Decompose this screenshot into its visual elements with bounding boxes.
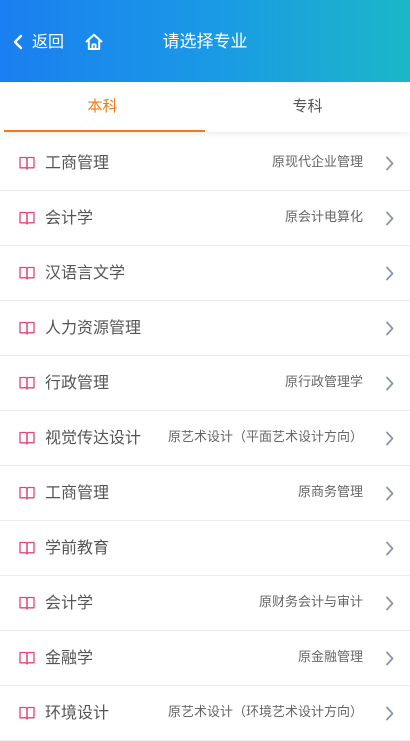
degree-tabs: 本科 专科 xyxy=(0,82,410,132)
major-name: 视觉传达设计 xyxy=(45,428,142,447)
list-item[interactable]: 人力资源管理 xyxy=(0,301,410,356)
list-item[interactable]: 视觉传达设计 原艺术设计（平面艺术设计方向） xyxy=(0,411,410,466)
book-icon xyxy=(19,156,35,170)
major-name: 金融学 xyxy=(45,648,94,667)
list-item[interactable]: 行政管理 原行政管理学 xyxy=(0,356,410,411)
chevron-right-icon xyxy=(386,596,394,611)
chevron-right-icon xyxy=(386,376,394,391)
former-name: 原金融管理 xyxy=(297,650,363,665)
book-icon xyxy=(19,321,35,335)
book-icon xyxy=(19,596,35,610)
chevron-right-icon xyxy=(386,486,394,501)
list-item[interactable]: 汉语言文学 xyxy=(0,246,410,301)
major-name: 汉语言文学 xyxy=(45,263,126,282)
book-icon xyxy=(19,651,35,665)
page-title-text: 请选择专业 xyxy=(162,32,248,52)
list-item[interactable]: 环境设计 原艺术设计（环境艺术设计方向） xyxy=(0,686,410,741)
major-name: 会计学 xyxy=(45,593,94,612)
list-item[interactable]: 工商管理 原商务管理 xyxy=(0,466,410,521)
app-header: 返回 请选择专业 xyxy=(0,0,410,82)
major-name: 学前教育 xyxy=(45,538,110,557)
chevron-right-icon xyxy=(386,321,394,336)
book-icon xyxy=(19,431,35,445)
tab-junior-college[interactable]: 专科 xyxy=(205,82,410,132)
list-item[interactable]: 学前教育 xyxy=(0,521,410,576)
tab-undergraduate[interactable]: 本科 xyxy=(0,82,205,132)
former-name: 原行政管理学 xyxy=(284,375,363,390)
book-icon xyxy=(19,211,35,225)
list-item[interactable]: 工商管理 原现代企业管理 xyxy=(0,136,410,191)
book-icon xyxy=(19,266,35,280)
chevron-right-icon xyxy=(386,266,394,281)
list-item[interactable]: 金融学 原金融管理 xyxy=(0,631,410,686)
book-icon xyxy=(19,706,35,720)
former-name: 原现代企业管理 xyxy=(271,155,363,170)
book-icon xyxy=(19,541,35,555)
major-name: 行政管理 xyxy=(45,373,110,392)
list-item[interactable]: 会计学 原财务会计与审计 xyxy=(0,576,410,631)
chevron-right-icon xyxy=(386,211,394,226)
former-name: 原财务会计与审计 xyxy=(258,595,363,610)
former-name: 原艺术设计（环境艺术设计方向） xyxy=(167,705,363,720)
chevron-right-icon xyxy=(386,156,394,171)
major-name: 会计学 xyxy=(45,208,94,227)
book-icon xyxy=(19,376,35,390)
major-name: 工商管理 xyxy=(45,483,110,502)
major-name: 人力资源管理 xyxy=(45,318,142,337)
chevron-right-icon xyxy=(386,431,394,446)
former-name: 原艺术设计（平面艺术设计方向） xyxy=(167,430,363,445)
former-name: 原商务管理 xyxy=(297,485,363,500)
major-name: 环境设计 xyxy=(45,703,110,722)
major-name: 工商管理 xyxy=(45,153,110,172)
page-title: 请选择专业 xyxy=(0,30,410,54)
list-item[interactable]: 会计学 原会计电算化 xyxy=(0,191,410,246)
major-list: 工商管理 原现代企业管理会计学 原会计电算化汉语言文学人力资源管理 行政管理 原行政管理… xyxy=(0,136,410,741)
former-name: 原会计电算化 xyxy=(284,210,363,225)
chevron-right-icon xyxy=(386,541,394,556)
book-icon xyxy=(19,486,35,500)
chevron-right-icon xyxy=(386,651,394,666)
chevron-right-icon xyxy=(386,706,394,721)
